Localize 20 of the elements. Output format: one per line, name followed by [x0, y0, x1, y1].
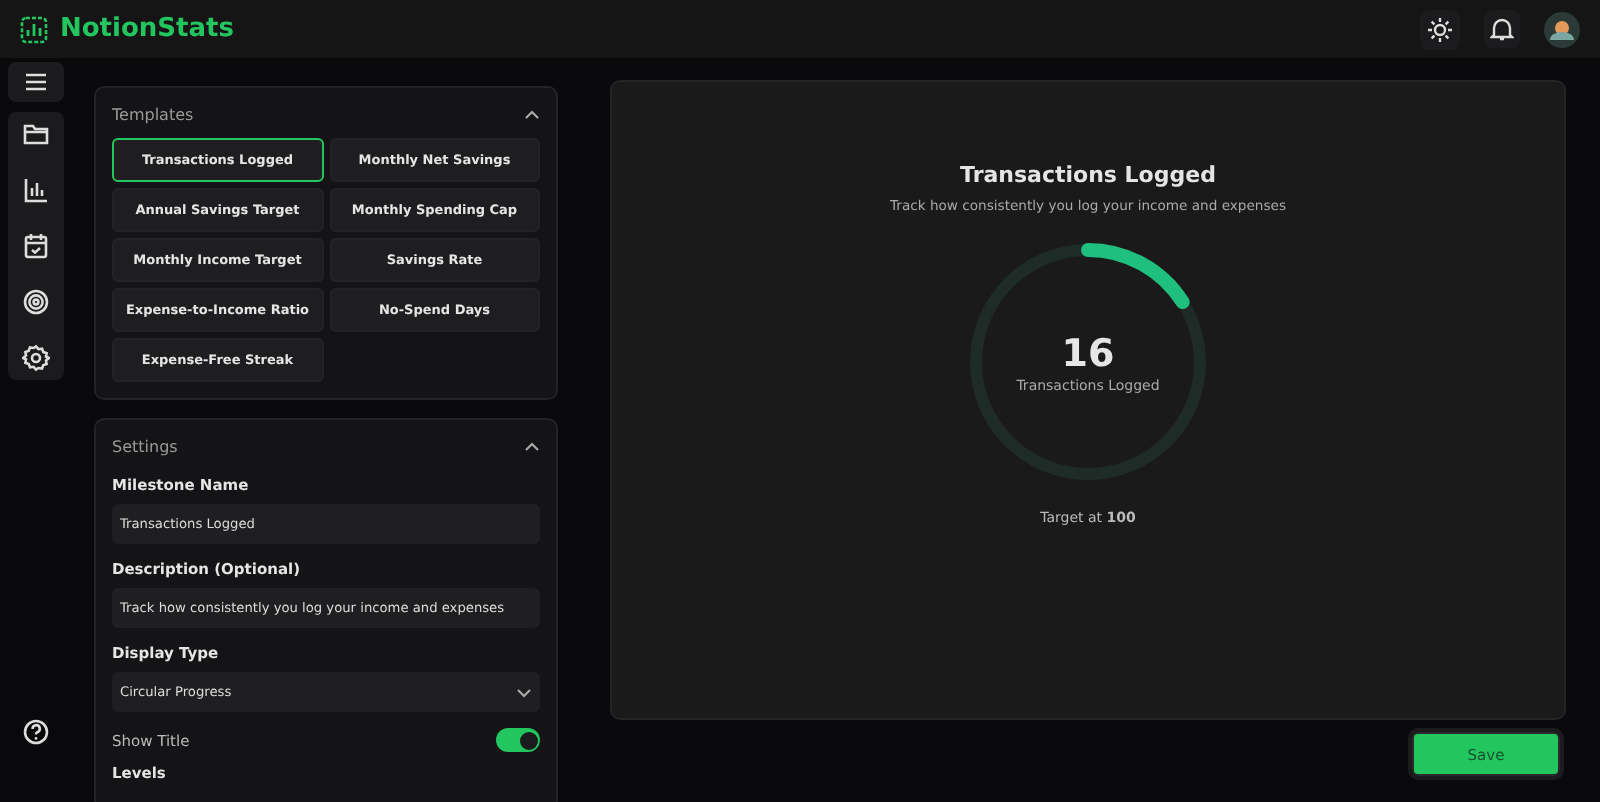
help-icon[interactable]: [22, 718, 50, 746]
folder-icon[interactable]: [22, 120, 50, 148]
chevron-down-icon: [516, 687, 532, 697]
menu-icon[interactable]: [22, 68, 50, 96]
chevron-up-icon[interactable]: [524, 110, 540, 120]
bar-chart-icon[interactable]: [22, 176, 50, 204]
preview-title: Transactions Logged: [960, 162, 1216, 188]
target-icon[interactable]: [22, 288, 50, 316]
calendar-icon[interactable]: [22, 232, 50, 260]
avatar-icon[interactable]: [1544, 11, 1580, 47]
sun-icon[interactable]: [1420, 9, 1460, 49]
bell-icon[interactable]: [1484, 10, 1520, 48]
app-name: NotionStats: [60, 14, 234, 44]
progress-value: 16: [1061, 331, 1115, 375]
section-title: Settings: [112, 438, 178, 456]
section-title: Templates: [112, 106, 194, 124]
logo-icon: [20, 15, 48, 43]
chevron-up-icon[interactable]: [524, 442, 540, 452]
settings-icon[interactable]: [22, 344, 50, 372]
toggle-switch[interactable]: [496, 728, 540, 752]
